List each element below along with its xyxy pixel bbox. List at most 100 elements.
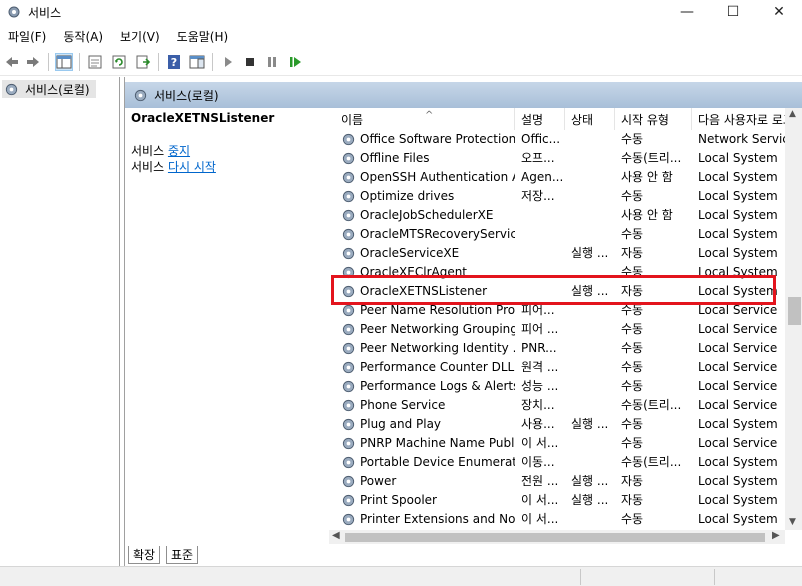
close-button[interactable]: ✕	[756, 0, 802, 24]
console-tree: 서비스(로컬)	[0, 77, 120, 570]
service-description-cell	[521, 263, 565, 282]
properties-icon[interactable]	[86, 53, 104, 71]
service-gear-icon	[341, 322, 356, 337]
table-row[interactable]: OracleXEClrAgent 수동 Local System	[329, 263, 785, 282]
menu-action[interactable]: 동작(A)	[55, 26, 112, 48]
service-status-cell: 실행 ...	[571, 474, 609, 488]
service-logon-cell: Local Service	[698, 341, 778, 355]
column-name[interactable]: 이름 ^	[329, 108, 515, 130]
service-logon-cell: Local System	[698, 170, 778, 184]
service-gear-icon	[341, 284, 356, 299]
service-description-cell: 성능 ...	[521, 379, 559, 393]
menu-file[interactable]: 파일(F)	[0, 26, 55, 48]
service-startup-cell: 수동	[621, 417, 644, 431]
scroll-up-icon[interactable]: ▲	[789, 109, 796, 119]
service-gear-icon	[341, 151, 356, 166]
table-row[interactable]: Office Software Protection ... Offic... 수동…	[329, 130, 785, 149]
column-logon-as[interactable]: 다음 사용자로 로그온	[692, 108, 785, 130]
service-name-cell: Peer Networking Identity ...	[360, 341, 515, 355]
service-description-cell: 피어...	[521, 303, 555, 317]
service-logon-cell: Local System	[698, 227, 778, 241]
service-name-cell: OracleJobSchedulerXE	[360, 208, 494, 222]
vertical-scroll-thumb[interactable]	[788, 297, 801, 325]
tab-standard[interactable]: 표준	[166, 546, 199, 564]
tree-item-services-local[interactable]: 서비스(로컬)	[2, 80, 96, 98]
help-icon[interactable]: ?	[165, 53, 183, 71]
service-gear-icon	[341, 474, 356, 489]
horizontal-scrollbar[interactable]: ◀ ▶	[329, 530, 785, 544]
service-logon-cell: Local System	[698, 417, 778, 431]
table-row[interactable]: Power 전원 ... 실행 ... 자동 Local System	[329, 472, 785, 491]
table-row[interactable]: Phone Service 장치... 수동(트리... Local Service	[329, 396, 785, 415]
service-status-cell	[571, 358, 615, 377]
service-status-cell	[571, 510, 615, 529]
service-logon-cell: Local System	[698, 151, 778, 165]
menu-help[interactable]: 도움말(H)	[169, 26, 238, 48]
service-gear-icon	[341, 341, 356, 356]
table-row[interactable]: OpenSSH Authentication A... Agen... 사용 안 함…	[329, 168, 785, 187]
panel-header: 서비스(로컬)	[125, 82, 802, 108]
table-row[interactable]: Plug and Play 사용... 실행 ... 수동 Local System	[329, 415, 785, 434]
table-row[interactable]: PNRP Machine Name Publi... 이 서... 수동 Local …	[329, 434, 785, 453]
column-status[interactable]: 상태	[565, 108, 615, 130]
table-row[interactable]: OracleMTSRecoveryService 수동 Local System	[329, 225, 785, 244]
scroll-right-icon[interactable]: ▶	[772, 530, 780, 541]
table-row[interactable]: Peer Name Resolution Prot... 피어... 수동 Local…	[329, 301, 785, 320]
service-logon-cell: Local System	[698, 474, 778, 488]
action-pane-icon[interactable]	[188, 53, 206, 71]
refresh-icon[interactable]	[110, 53, 128, 71]
table-row[interactable]: Optimize drives 저장... 수동 Local System	[329, 187, 785, 206]
main-panel: 서비스(로컬) OracleXETNSListener 서비스 중지 서비스 다…	[124, 77, 802, 570]
service-logon-cell: Local System	[698, 455, 778, 469]
table-row[interactable]: Performance Logs & Alerts 성능 ... 수동 Local S…	[329, 377, 785, 396]
table-row[interactable]: Peer Networking Grouping 피어 ... 수동 Local Se…	[329, 320, 785, 339]
service-startup-cell: 자동	[621, 246, 644, 260]
pause-service-icon[interactable]	[263, 53, 281, 71]
forward-arrow-icon[interactable]	[24, 53, 42, 71]
table-row[interactable]: Print Spooler 이 서... 실행 ... 자동 Local System	[329, 491, 785, 510]
service-description-cell: PNR...	[521, 341, 557, 355]
table-row[interactable]: OracleXETNSListener 실행 ... 자동 Local System	[329, 282, 785, 301]
table-row[interactable]: OracleServiceXE 실행 ... 자동 Local System	[329, 244, 785, 263]
table-row[interactable]: OracleJobSchedulerXE 사용 안 함 Local System	[329, 206, 785, 225]
show-hide-console-tree-icon[interactable]	[55, 53, 73, 71]
back-arrow-icon[interactable]	[3, 53, 21, 71]
scroll-left-icon[interactable]: ◀	[332, 530, 340, 541]
menu-view[interactable]: 보기(V)	[112, 26, 169, 48]
table-row[interactable]: Peer Networking Identity ... PNR... 수동 Loca…	[329, 339, 785, 358]
table-row[interactable]: Performance Counter DLL ... 원격 ... 수동 Local…	[329, 358, 785, 377]
table-row[interactable]: Printer Extensions and Noti... 이 서... 수동 Lo…	[329, 510, 785, 529]
restart-service-icon[interactable]	[286, 53, 304, 71]
service-status-cell: 실행 ...	[571, 493, 609, 507]
service-startup-cell: 자동	[621, 284, 644, 298]
restart-service-link[interactable]: 다시 시작	[168, 160, 216, 174]
service-description-cell: 전원 ...	[521, 474, 559, 488]
service-logon-cell: Local Service	[698, 379, 778, 393]
tab-extended[interactable]: 확장	[128, 546, 161, 564]
service-description-cell	[521, 206, 565, 225]
panel-header-title: 서비스(로컬)	[154, 88, 219, 103]
stop-service-icon[interactable]	[241, 53, 259, 71]
vertical-scrollbar[interactable]: ▲ ▼	[785, 108, 802, 530]
table-row[interactable]: Portable Device Enumerato... 이동... 수동(트리..…	[329, 453, 785, 472]
service-description-cell: Offic...	[521, 132, 561, 146]
service-name-cell: Performance Counter DLL ...	[360, 360, 515, 374]
export-list-icon[interactable]	[134, 53, 152, 71]
column-startup-type[interactable]: 시작 유형	[615, 108, 692, 130]
service-name-cell: PNRP Machine Name Publi...	[360, 436, 515, 450]
stop-service-link[interactable]: 중지	[168, 144, 190, 158]
service-status-cell	[571, 225, 615, 244]
service-gear-icon	[341, 379, 356, 394]
service-gear-icon	[341, 265, 356, 280]
column-description[interactable]: 설명	[515, 108, 565, 130]
minimize-button[interactable]: —	[664, 0, 710, 24]
service-name-cell: Peer Name Resolution Prot...	[360, 303, 515, 317]
table-row[interactable]: Offline Files 오프... 수동(트리... Local System	[329, 149, 785, 168]
services-gear-icon	[134, 89, 147, 101]
service-name-cell: Power	[360, 474, 397, 488]
service-startup-cell: 수동(트리...	[621, 151, 682, 165]
start-service-icon[interactable]	[219, 53, 237, 71]
maximize-button[interactable]: ☐	[710, 0, 756, 24]
horizontal-scroll-thumb[interactable]	[345, 533, 765, 542]
scroll-down-icon[interactable]: ▼	[789, 517, 796, 527]
